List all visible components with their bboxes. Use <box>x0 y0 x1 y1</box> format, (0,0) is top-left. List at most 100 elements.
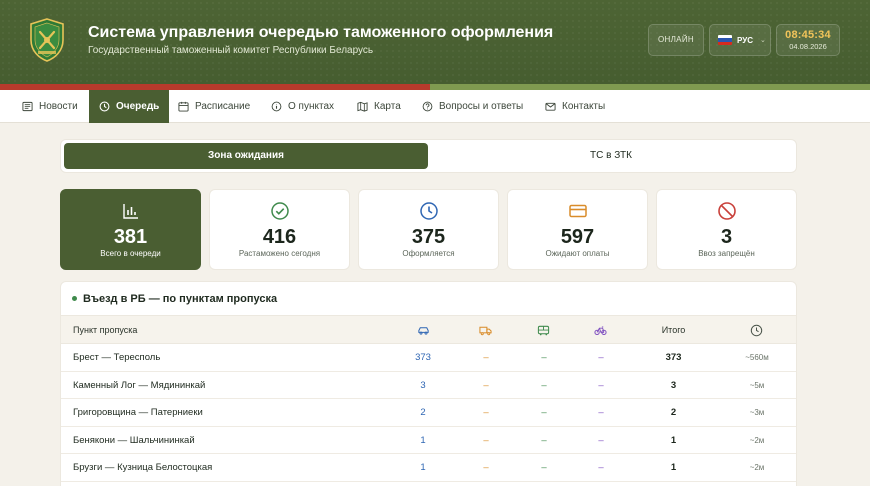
tab-vehicles-in-ztk[interactable]: ТС в ЗТК <box>429 143 793 169</box>
column-header-cars[interactable] <box>417 316 430 345</box>
cell-bikes: – <box>598 434 604 446</box>
stat-awaiting-payment: 597 Ожидают оплаты <box>507 189 648 270</box>
stat-value: 381 <box>113 226 148 248</box>
bus-icon <box>537 325 550 336</box>
column-header-buses[interactable] <box>537 316 550 345</box>
nav-item-schedule[interactable]: Расписание <box>178 90 250 123</box>
cell-trucks: – <box>483 407 489 418</box>
check-circle-icon <box>270 202 289 220</box>
language-label: РУС <box>737 35 753 45</box>
app-subtitle: Государственный таможенный комитет Респу… <box>88 45 374 56</box>
nav-label-queue: Очередь <box>116 101 160 112</box>
nav-item-queue[interactable]: Очередь <box>89 90 170 123</box>
stat-cleared-today: 416 Растаможено сегодня <box>209 189 350 270</box>
table-row[interactable]: Каменный Лог — Мядининкай 3 – – – 3 ~5м <box>61 372 796 399</box>
credit-card-icon <box>568 204 587 218</box>
cell-buses: – <box>541 434 547 446</box>
nav-label-faq: Вопросы и ответы <box>439 101 524 112</box>
cell-bikes: – <box>598 352 604 363</box>
stat-value: 3 <box>720 226 733 248</box>
map-icon <box>357 101 368 112</box>
cell-cars: 3 <box>420 379 426 391</box>
nav-label-map: Карта <box>374 101 401 112</box>
cell-buses: – <box>541 462 547 473</box>
cell-cars: 1 <box>420 462 426 473</box>
table-row[interactable]: Бенякони — Шальчининкай 1 – – – 1 ~2м <box>61 427 796 454</box>
app-header: Система управления очередью таможенного … <box>0 0 870 84</box>
clock-icon <box>750 324 763 337</box>
stat-label: Ожидают оплаты <box>545 249 610 258</box>
mail-icon <box>545 102 556 111</box>
cell-total: 1 <box>670 462 677 473</box>
cell-buses: – <box>541 407 547 418</box>
cell-wait-time: ~2м <box>749 463 765 472</box>
cell-trucks: – <box>483 379 489 391</box>
column-header-trucks[interactable] <box>479 316 492 345</box>
clock-icon <box>99 101 110 112</box>
cell-trucks: – <box>483 462 489 473</box>
ban-icon <box>717 202 736 220</box>
cell-point-name: Бенякони — Шальчининкай <box>73 434 195 446</box>
cell-total: 373 <box>665 352 682 363</box>
entry-points-table-panel: Въезд в РБ — по пунктам пропуска Пункт п… <box>60 281 797 486</box>
table-row[interactable]: Григоровщина — Патерниеки 2 – – – 2 ~3м <box>61 399 796 427</box>
column-header-point: Пункт пропуска <box>73 325 138 335</box>
cell-cars: 1 <box>420 434 426 446</box>
cell-cars: 373 <box>415 352 431 363</box>
cell-buses: – <box>541 379 547 391</box>
stat-label: Оформляется <box>402 249 455 258</box>
stat-label: Растаможено сегодня <box>238 249 321 258</box>
column-header-bikes[interactable] <box>594 316 607 345</box>
cell-total: 3 <box>670 379 677 391</box>
table-row[interactable]: Брузги — Кузница Белостоцкая 1 – – – 1 ~… <box>61 454 796 482</box>
chevron-down-icon: ⌄ <box>759 37 766 44</box>
table-header: Пункт пропуска Итого <box>61 315 796 345</box>
cell-wait-time: ~2м <box>749 435 765 445</box>
queue-tabs: Зона ожидания ТС в ЗТК <box>60 139 797 173</box>
nav-item-faq[interactable]: Вопросы и ответы <box>422 90 523 123</box>
language-selector[interactable]: РУС ⌄ <box>709 24 771 56</box>
stat-total-in-queue: 381 Всего в очереди <box>60 189 201 270</box>
stat-entry-banned: 3 Ввоз запрещён <box>656 189 797 270</box>
clock-time: 08:45:34 <box>785 29 831 41</box>
bicycle-icon <box>594 326 607 336</box>
tab-waiting-zone[interactable]: Зона ожидания <box>64 143 428 169</box>
main-nav: Новости Очередь Расписание О пунктах Кар… <box>0 90 870 123</box>
table-row[interactable]: Брест — Тересполь 373 – – – 373 ~560м <box>61 344 796 372</box>
question-icon <box>422 101 433 112</box>
column-header-wait[interactable] <box>750 316 763 345</box>
info-icon <box>271 101 282 112</box>
customs-emblem-icon <box>30 18 64 62</box>
cell-bikes: – <box>598 379 604 391</box>
nav-label-about-points: О пунктах <box>288 101 335 112</box>
stat-value: 375 <box>411 226 446 248</box>
status-dot-icon <box>72 296 77 301</box>
cell-bikes: – <box>598 462 604 473</box>
app-title: Система управления очередью таможенного … <box>88 24 554 41</box>
cell-total: 2 <box>670 407 677 418</box>
clock-icon <box>419 202 438 220</box>
nav-item-about-points[interactable]: О пунктах <box>271 90 334 123</box>
nav-label-contacts: Контакты <box>562 101 606 112</box>
cell-point-name: Брузги — Кузница Белостоцкая <box>73 462 213 473</box>
cell-point-name: Каменный Лог — Мядининкай <box>73 379 206 391</box>
nav-label-schedule: Расписание <box>195 101 251 112</box>
cell-trucks: – <box>483 352 489 363</box>
bar-chart-icon <box>122 204 138 219</box>
calendar-icon <box>178 101 189 112</box>
nav-label-news: Новости <box>39 101 78 112</box>
nav-item-map[interactable]: Карта <box>357 90 401 123</box>
stat-value: 416 <box>262 226 297 248</box>
clock-widget: 08:45:34 04.08.2026 <box>776 24 840 56</box>
car-icon <box>418 327 429 335</box>
cell-point-name: Григоровщина — Патерниеки <box>73 407 203 418</box>
cell-wait-time: ~3м <box>749 408 765 417</box>
newspaper-icon <box>22 101 33 112</box>
cell-cars: 2 <box>420 407 426 418</box>
cell-wait-time: ~5м <box>749 380 765 390</box>
nav-item-news[interactable]: Новости <box>22 90 78 123</box>
panel-title: Въезд в РБ — по пунктам пропуска <box>83 293 278 305</box>
nav-item-contacts[interactable]: Контакты <box>545 90 605 123</box>
russian-flag-icon <box>718 35 732 45</box>
stat-value: 597 <box>560 226 595 248</box>
